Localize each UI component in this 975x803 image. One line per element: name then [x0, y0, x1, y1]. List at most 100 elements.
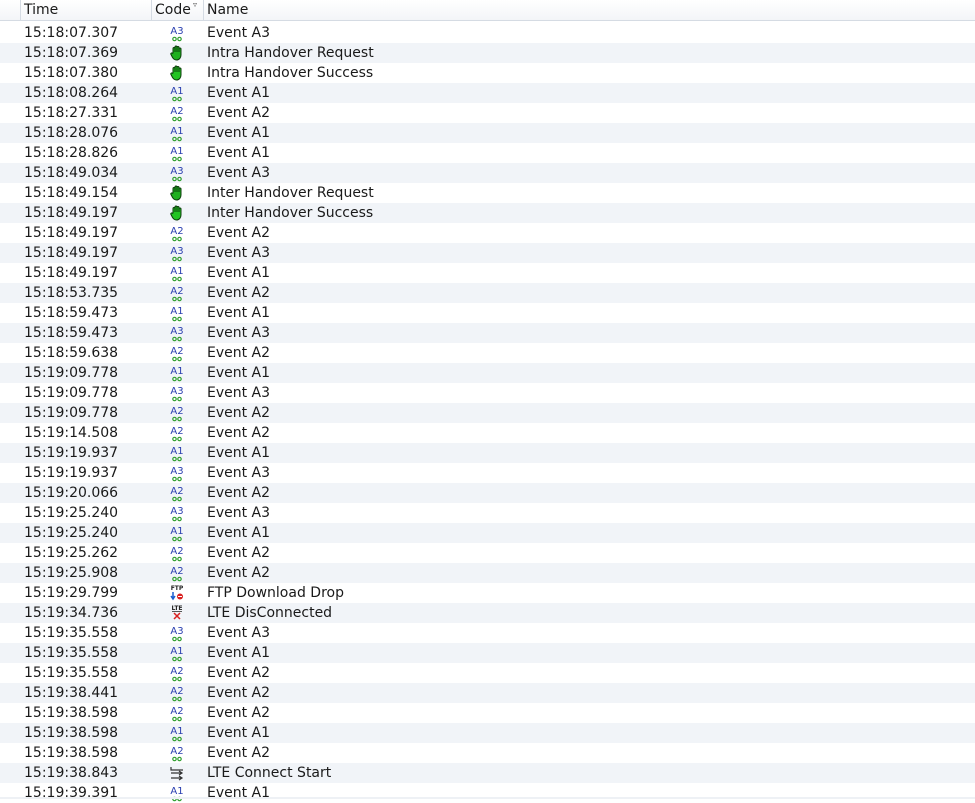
table-row[interactable]: 15:18:28.826 A1 Event A1	[0, 143, 975, 163]
table-row[interactable]: 15:18:49.197 A3 Event A3	[0, 243, 975, 263]
row-time: 15:18:59.638	[24, 345, 119, 361]
handover-success-icon	[168, 204, 186, 222]
row-name: Event A2	[207, 405, 271, 421]
svg-text:A3: A3	[170, 246, 183, 257]
row-name: Event A1	[207, 85, 271, 101]
event-a3-icon: A3	[168, 24, 186, 42]
table-row[interactable]: 15:19:09.778 A3 Event A3	[0, 383, 975, 403]
table-row[interactable]: 15:18:07.307 A3 Event A3	[0, 23, 975, 43]
table-row[interactable]: 15:19:19.937 A3 Event A3	[0, 463, 975, 483]
table-row[interactable]: 15:18:53.735 A2 Event A2	[0, 283, 975, 303]
table-row[interactable]: 15:19:39.391 A1 Event A1	[0, 783, 975, 803]
row-name: LTE Connect Start	[207, 765, 332, 781]
row-time: 15:19:34.736	[24, 605, 119, 621]
event-a2-icon: A2	[168, 284, 186, 302]
row-time: 15:18:49.154	[24, 185, 119, 201]
column-divider[interactable]	[20, 0, 21, 21]
filter-icon[interactable]: ▿	[193, 0, 197, 10]
row-time: 15:19:14.508	[24, 425, 119, 441]
svg-text:A1: A1	[170, 306, 183, 317]
row-name: Event A1	[207, 725, 271, 741]
row-name: Event A3	[207, 325, 271, 341]
table-row[interactable]: 15:19:38.598 A2 Event A2	[0, 703, 975, 723]
table-row[interactable]: 15:18:59.638 A2 Event A2	[0, 343, 975, 363]
event-a2-icon: A2	[168, 704, 186, 722]
svg-text:A3: A3	[170, 626, 183, 637]
table-row[interactable]: 15:18:59.473 A1 Event A1	[0, 303, 975, 323]
row-time: 15:18:49.197	[24, 245, 119, 261]
row-name: Event A2	[207, 565, 271, 581]
table-row[interactable]: 15:19:20.066 A2 Event A2	[0, 483, 975, 503]
svg-text:A1: A1	[170, 266, 183, 277]
svg-text:A2: A2	[170, 346, 183, 357]
svg-text:A2: A2	[170, 566, 183, 577]
table-row[interactable]: 15:18:59.473 A3 Event A3	[0, 323, 975, 343]
svg-text:A2: A2	[170, 706, 183, 717]
row-name: Event A2	[207, 105, 271, 121]
table-row[interactable]: 15:19:25.908 A2 Event A2	[0, 563, 975, 583]
event-a2-icon: A2	[168, 664, 186, 682]
table-row[interactable]: 15:18:27.331 A2 Event A2	[0, 103, 975, 123]
column-header-name[interactable]: Name	[203, 0, 403, 21]
row-name: Intra Handover Success	[207, 65, 374, 81]
row-time: 15:18:27.331	[24, 105, 119, 121]
event-a2-icon: A2	[168, 564, 186, 582]
table-row[interactable]: 15:19:38.441 A2 Event A2	[0, 683, 975, 703]
svg-text:A1: A1	[170, 126, 183, 137]
table-row[interactable]: 15:18:08.264 A1 Event A1	[0, 83, 975, 103]
svg-text:A2: A2	[170, 546, 183, 557]
table-row[interactable]: 15:18:49.034 A3 Event A3	[0, 163, 975, 183]
row-name: Event A2	[207, 685, 271, 701]
table-row[interactable]: 15:19:19.937 A1 Event A1	[0, 443, 975, 463]
row-name: Event A3	[207, 505, 271, 521]
svg-text:A2: A2	[170, 426, 183, 437]
table-row[interactable]: 15:18:49.197 A2 Event A2	[0, 223, 975, 243]
row-name: LTE DisConnected	[207, 605, 333, 621]
event-a2-icon: A2	[168, 684, 186, 702]
row-time: 15:19:38.598	[24, 725, 119, 741]
row-name: Event A2	[207, 665, 271, 681]
row-name: Event A2	[207, 425, 271, 441]
row-name: Event A1	[207, 525, 271, 541]
svg-text:A3: A3	[170, 166, 183, 177]
row-time: 15:19:35.558	[24, 665, 119, 681]
handover-success-icon	[168, 64, 186, 82]
table-row[interactable]: 15:19:25.240 A3 Event A3	[0, 503, 975, 523]
row-time: 15:18:28.826	[24, 145, 119, 161]
table-row[interactable]: 15:18:49.197 A1 Event A1	[0, 263, 975, 283]
event-a2-icon: A2	[168, 224, 186, 242]
table-row[interactable]: 15:19:35.558 A1 Event A1	[0, 643, 975, 663]
table-row[interactable]: 15:19:25.262 A2 Event A2	[0, 543, 975, 563]
table-row[interactable]: 15:19:25.240 A1 Event A1	[0, 523, 975, 543]
table-row[interactable]: 15:19:38.598 A2 Event A2	[0, 743, 975, 763]
table-row[interactable]: 15:18:49.197 Inter Handover Success	[0, 203, 975, 223]
table-row[interactable]: 15:19:35.558 A2 Event A2	[0, 663, 975, 683]
ftp-download-drop-icon: FTP	[168, 584, 186, 602]
table-row[interactable]: 15:19:38.843 LTE Connect Start	[0, 763, 975, 783]
table-row[interactable]: 15:19:09.778 A1 Event A1	[0, 363, 975, 383]
table-row[interactable]: 15:19:34.736 LTE LTE DisConnected	[0, 603, 975, 623]
event-a1-icon: A1	[168, 124, 186, 142]
table-row[interactable]: 15:18:28.076 A1 Event A1	[0, 123, 975, 143]
event-a3-icon: A3	[168, 324, 186, 342]
table-row[interactable]: 15:19:14.508 A2 Event A2	[0, 423, 975, 443]
row-time: 15:19:25.262	[24, 545, 119, 561]
table-row[interactable]: 15:19:09.778 A2 Event A2	[0, 403, 975, 423]
event-a1-icon: A1	[168, 444, 186, 462]
svg-text:A1: A1	[170, 146, 183, 157]
row-time: 15:18:59.473	[24, 305, 119, 321]
row-time: 15:19:38.441	[24, 685, 119, 701]
row-time: 15:19:09.778	[24, 385, 119, 401]
table-row[interactable]: 15:19:35.558 A3 Event A3	[0, 623, 975, 643]
svg-text:A2: A2	[170, 226, 183, 237]
table-row[interactable]: 15:19:38.598 A1 Event A1	[0, 723, 975, 743]
column-header-time[interactable]: Time	[20, 0, 151, 21]
row-time: 15:19:09.778	[24, 405, 119, 421]
table-row[interactable]: 15:18:07.369 Intra Handover Request	[0, 43, 975, 63]
row-time: 15:19:38.598	[24, 705, 119, 721]
table-row[interactable]: 15:18:49.154 Inter Handover Request	[0, 183, 975, 203]
table-row[interactable]: 15:18:07.380 Intra Handover Success	[0, 63, 975, 83]
event-a2-icon: A2	[168, 484, 186, 502]
handover-request-icon	[168, 184, 186, 202]
table-row[interactable]: 15:19:29.799 FTP FTP Download Drop	[0, 583, 975, 603]
